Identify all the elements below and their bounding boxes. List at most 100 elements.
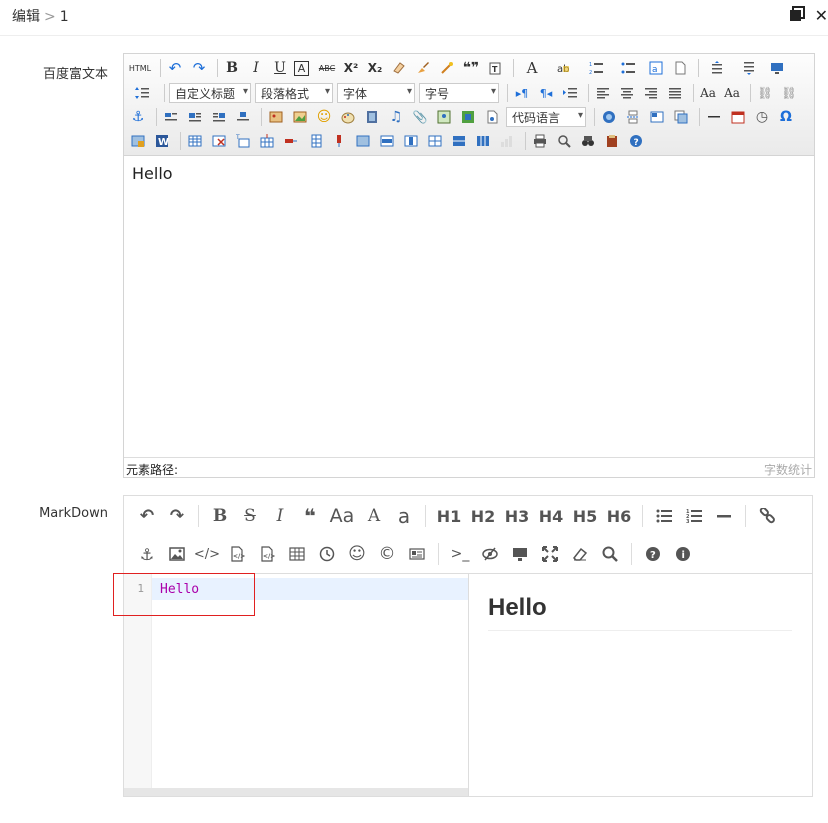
help-icon[interactable]: ? — [626, 131, 646, 151]
link-icon[interactable]: ⛓ — [755, 83, 775, 103]
horizontal-rule-icon[interactable] — [709, 502, 739, 530]
h3-button[interactable]: H3 — [500, 502, 534, 530]
delete-col-icon[interactable] — [329, 131, 349, 151]
subscript-button[interactable]: X₂ — [365, 58, 385, 78]
special-char-button[interactable]: Ω — [776, 107, 796, 127]
insert-col-icon[interactable] — [305, 131, 325, 151]
info-icon[interactable]: i — [668, 540, 698, 568]
clear-doc-icon[interactable] — [670, 58, 690, 78]
word-icon[interactable]: W — [152, 131, 172, 151]
markdown-code-pane[interactable]: 1 Hello — [124, 574, 469, 796]
unordered-list-icon[interactable] — [614, 58, 642, 78]
italic-button[interactable]: I — [246, 58, 266, 78]
quote-button[interactable]: ❝❞ — [461, 58, 481, 78]
h4-button[interactable]: H4 — [534, 502, 568, 530]
preview-doc-icon[interactable] — [554, 131, 574, 151]
auto-format-icon[interactable] — [437, 58, 457, 78]
bold-button[interactable]: B — [222, 58, 242, 78]
html-entities-icon[interactable]: © — [372, 540, 402, 568]
insert-image-icon[interactable] — [290, 107, 310, 127]
h5-button[interactable]: H5 — [568, 502, 602, 530]
image-none-icon[interactable] — [161, 107, 181, 127]
breadcrumb-section[interactable]: 编辑 — [12, 9, 40, 25]
emoji-icon[interactable]: ☺ — [342, 540, 372, 568]
code-block-icon[interactable]: </> — [222, 540, 252, 568]
charts-icon[interactable] — [497, 131, 517, 151]
template-icon[interactable] — [647, 107, 667, 127]
inline-code-icon[interactable]: </> — [192, 540, 222, 568]
font-border-button[interactable]: A — [294, 60, 309, 76]
ucfirst-button[interactable]: A — [359, 502, 389, 530]
image-center-icon[interactable] — [233, 107, 253, 127]
word-image-icon[interactable] — [128, 131, 148, 151]
watch-toggle-icon[interactable] — [475, 540, 505, 568]
background-color-icon[interactable]: ab — [550, 58, 578, 78]
link-icon[interactable] — [752, 502, 782, 530]
align-justify-icon[interactable] — [665, 83, 685, 103]
web-app-icon[interactable] — [599, 107, 619, 127]
page-break-icon[interactable] — [623, 107, 643, 127]
horizontal-rule-icon[interactable] — [704, 107, 724, 127]
split-to-cols-icon[interactable] — [473, 131, 493, 151]
delete-table-icon[interactable] — [209, 131, 229, 151]
goto-line-icon[interactable]: >_ — [445, 540, 475, 568]
merge-right-icon[interactable] — [377, 131, 397, 151]
image-left-icon[interactable] — [185, 107, 205, 127]
uppercase-button[interactable]: Aa — [325, 502, 359, 530]
date-icon[interactable] — [728, 107, 748, 127]
superscript-button[interactable]: X² — [341, 58, 361, 78]
simple-upload-icon[interactable] — [266, 107, 286, 127]
insert-paragraph-before-table-icon[interactable]: T — [233, 131, 253, 151]
gmap-icon[interactable] — [458, 107, 478, 127]
unlink-icon[interactable]: ⛓ — [779, 83, 799, 103]
eraser-icon[interactable] — [389, 58, 409, 78]
source-html-button[interactable]: HTML — [128, 58, 152, 78]
time-icon[interactable]: ◷ — [752, 107, 772, 127]
map-icon[interactable] — [434, 107, 454, 127]
fullscreen-icon[interactable] — [535, 540, 565, 568]
background-icon[interactable] — [671, 107, 691, 127]
h1-button[interactable]: H1 — [432, 502, 466, 530]
select-all-icon[interactable]: a — [646, 58, 666, 78]
preview-icon[interactable] — [505, 540, 535, 568]
underline-button[interactable]: U — [270, 58, 290, 78]
clear-icon[interactable] — [565, 540, 595, 568]
restore-window-icon[interactable] — [789, 6, 805, 26]
search-replace-icon[interactable] — [578, 131, 598, 151]
split-to-cells-icon[interactable] — [425, 131, 445, 151]
emotion-icon[interactable]: ☺ — [314, 107, 334, 127]
help-icon[interactable]: ? — [638, 540, 668, 568]
unordered-list-icon[interactable] — [649, 502, 679, 530]
bold-button[interactable]: B — [205, 502, 235, 530]
close-icon[interactable]: ✕ — [815, 6, 828, 26]
music-icon[interactable]: ♫ — [386, 107, 406, 127]
insert-row-icon[interactable] — [257, 131, 277, 151]
quote-button[interactable]: ❝ — [295, 502, 325, 530]
ordered-list-icon[interactable]: 123 — [679, 502, 709, 530]
search-icon[interactable] — [595, 540, 625, 568]
insert-video-icon[interactable] — [362, 107, 382, 127]
italic-button[interactable]: I — [265, 502, 295, 530]
ordered-list-icon[interactable]: 12 — [582, 58, 610, 78]
redo-icon[interactable]: ↷ — [189, 58, 209, 78]
strikethrough-button[interactable]: ABC — [317, 58, 337, 78]
merge-down-icon[interactable] — [401, 131, 421, 151]
lowercase-icon[interactable]: Aa — [722, 83, 742, 103]
datetime-icon[interactable] — [312, 540, 342, 568]
image-icon[interactable] — [162, 540, 192, 568]
line-height-icon[interactable] — [128, 83, 156, 103]
row-spacing-top-icon[interactable] — [703, 58, 731, 78]
font-size-select[interactable]: 字号 — [419, 83, 499, 103]
lowercase-button[interactable]: a — [389, 502, 419, 530]
font-family-select[interactable]: 字体 — [337, 83, 415, 103]
format-brush-icon[interactable] — [413, 58, 433, 78]
strikethrough-button[interactable]: S — [235, 502, 265, 530]
uppercase-icon[interactable]: Aa — [698, 83, 718, 103]
insert-table-icon[interactable] — [185, 131, 205, 151]
ltr-direction-icon[interactable]: ▸¶ — [512, 83, 532, 103]
custom-title-select[interactable]: 自定义标题 — [169, 83, 251, 103]
align-center-icon[interactable] — [617, 83, 637, 103]
preformatted-text-icon[interactable]: </> — [252, 540, 282, 568]
anchor-icon[interactable]: ⚓ — [128, 107, 148, 127]
indent-icon[interactable] — [560, 83, 580, 103]
